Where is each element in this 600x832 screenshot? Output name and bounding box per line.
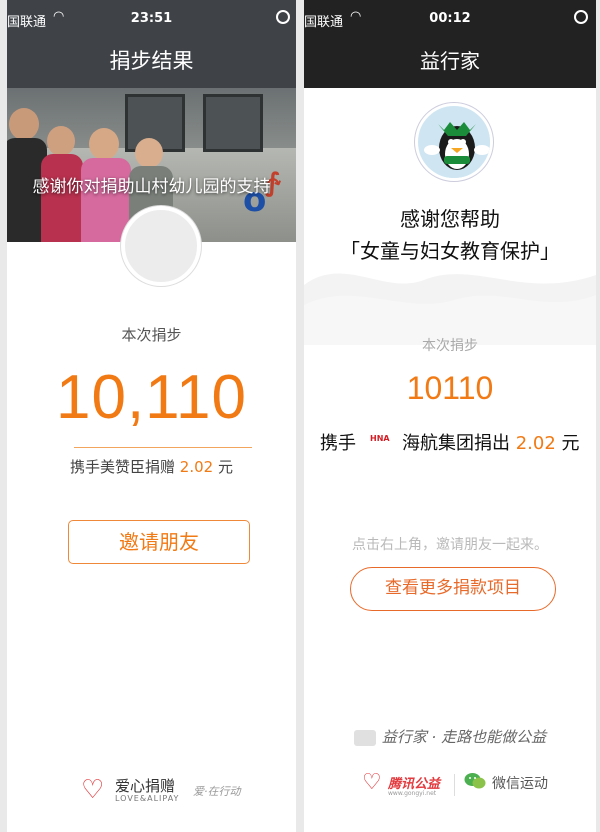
hna-logo-icon: HNA bbox=[370, 434, 390, 443]
steps-value: 10110 bbox=[406, 370, 494, 406]
donation-amount: 2.02 bbox=[179, 458, 214, 476]
nav-title: 益行家 bbox=[304, 40, 596, 88]
status-bar: 国联通 ◠ 00:12 bbox=[304, 0, 596, 40]
seal-icon bbox=[353, 730, 376, 746]
qq-penguin-avatar bbox=[415, 103, 493, 181]
donation-amount: 2.02 bbox=[515, 433, 556, 454]
screenshot-collage: 国联通 ◠ 23:51 捐步结果 o ∱ 感谢你对捐助山村幼儿园的支持 本次捐步… bbox=[0, 0, 600, 832]
more-projects-button[interactable]: 查看更多捐款项目 bbox=[350, 567, 556, 611]
nav-title: 捐步结果 bbox=[7, 40, 296, 88]
steps-value: 10,110 bbox=[55, 363, 248, 432]
left-phone-screen: 国联通 ◠ 23:51 捐步结果 o ∱ 感谢你对捐助山村幼儿园的支持 本次捐步… bbox=[7, 0, 296, 832]
right-phone-screen: 国联通 ◠ 00:12 益行家 感谢您帮助 「女童与妇女教育保护」 本次捐步 1… bbox=[304, 0, 596, 832]
brand-slogan: 爱·在行动 bbox=[193, 785, 241, 798]
project-name: 「女童与妇女教育保护」 bbox=[340, 239, 560, 263]
brand-name: 爱心捐赠 bbox=[115, 777, 176, 795]
orientation-lock-icon bbox=[276, 10, 290, 24]
wechat-sport-label: 微信运动 bbox=[492, 776, 548, 792]
invite-hint: 点击右上角，邀请朋友一起来。 bbox=[352, 537, 548, 553]
donor-text-group: 海航集团捐出 2.02 元 bbox=[402, 429, 580, 455]
currency-label: 元 bbox=[213, 458, 233, 476]
status-time: 00:12 bbox=[429, 11, 471, 26]
status-time: 23:51 bbox=[130, 11, 173, 26]
currency-label: 元 bbox=[555, 433, 580, 454]
invite-friends-button[interactable]: 邀请朋友 bbox=[68, 520, 250, 564]
heart-logo-icon: ♡ bbox=[81, 775, 105, 805]
donor-text: 携手美赞臣捐赠 bbox=[70, 458, 180, 476]
status-bar: 国联通 ◠ 23:51 bbox=[7, 0, 296, 40]
slogan-text: 益行家 · 走路也能做公益 bbox=[381, 728, 547, 746]
avatar bbox=[121, 206, 201, 286]
footer-divider bbox=[454, 774, 455, 796]
donor-prefix: 携手 bbox=[320, 433, 356, 454]
tencent-heart-logo-icon: ♡ bbox=[362, 770, 382, 795]
orientation-lock-icon bbox=[574, 10, 588, 24]
footer-brand: ♡ 腾讯公益 www.gongyi.net 微信运动 bbox=[304, 770, 596, 800]
wave-decoration bbox=[304, 273, 596, 345]
slogan: 益行家 · 走路也能做公益 bbox=[304, 726, 596, 747]
divider bbox=[74, 447, 252, 448]
footer-brand: ♡ 爱心捐赠 LOVE&ALIPAY 爱·在行动 bbox=[7, 775, 296, 809]
brand-subtitle: www.gongyi.net bbox=[388, 790, 437, 797]
donor-text: 海航集团捐出 bbox=[402, 433, 516, 454]
thanks-heading: 感谢您帮助 bbox=[400, 207, 500, 231]
steps-label: 本次捐步 bbox=[422, 338, 478, 354]
steps-label: 本次捐步 bbox=[121, 326, 182, 344]
wechat-icon bbox=[464, 773, 486, 789]
banner-caption: 感谢你对捐助山村幼儿园的支持 bbox=[32, 177, 271, 197]
brand-subtitle: LOVE&ALIPAY bbox=[115, 794, 180, 803]
donor-line: 携手美赞臣捐赠 2.02 元 bbox=[7, 456, 296, 477]
